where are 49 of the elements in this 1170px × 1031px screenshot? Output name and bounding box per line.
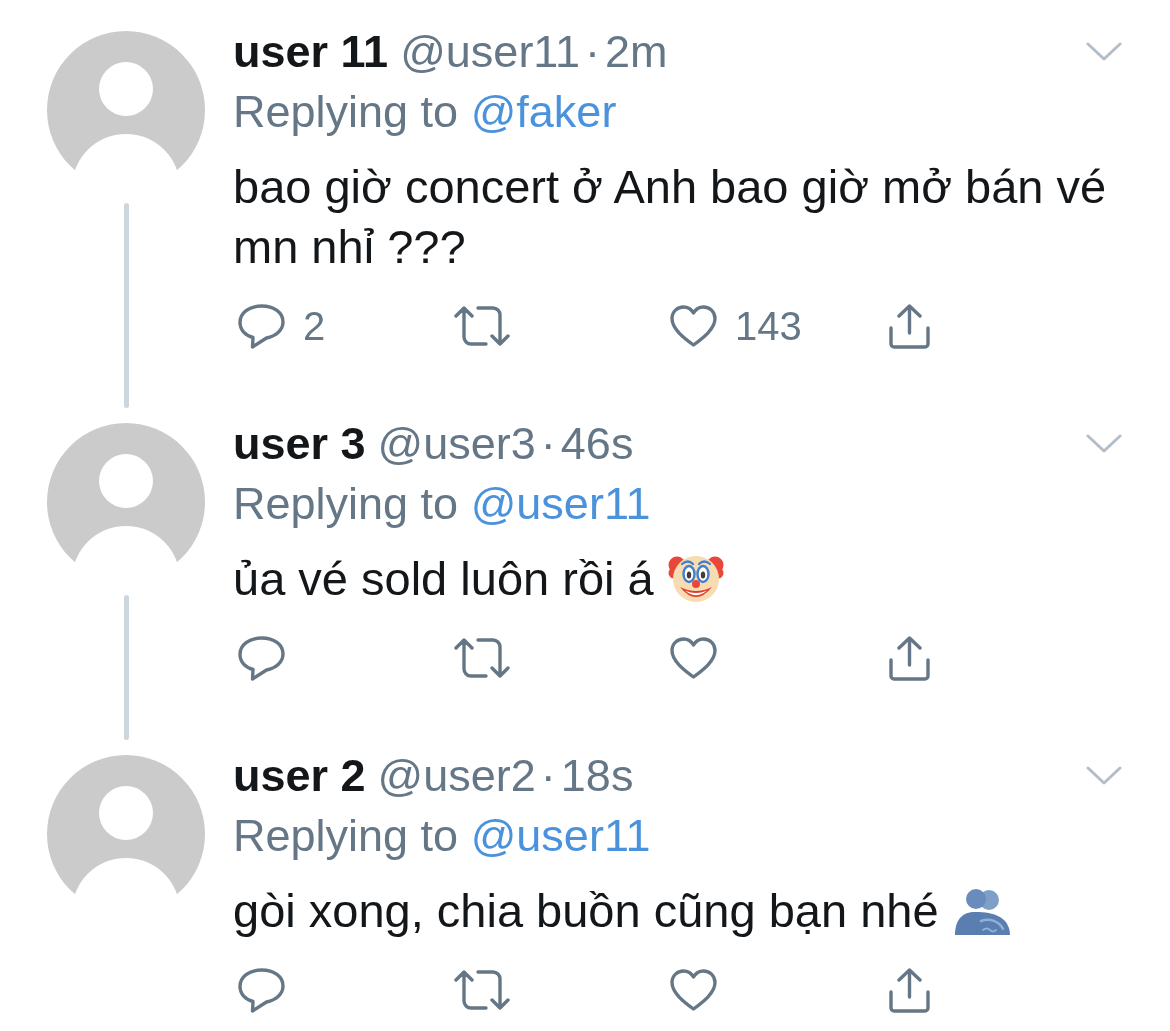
- display-name: user 3: [233, 417, 366, 471]
- replying-to-text: Replying to @user11: [233, 809, 652, 863]
- speech-bubble-icon: [238, 635, 285, 681]
- chevron-down-icon: [1086, 434, 1122, 454]
- heart-icon: [670, 637, 717, 679]
- reply-button[interactable]: [238, 967, 285, 1013]
- handle-text: @user3: [377, 417, 536, 471]
- like-button[interactable]: [670, 637, 717, 679]
- dot-separator: ·: [585, 25, 601, 79]
- display-name: user 2: [233, 749, 366, 803]
- share-arrow-icon: [886, 303, 933, 349]
- retweet-arrows-icon: [454, 970, 510, 1010]
- reply-button[interactable]: [238, 635, 285, 681]
- dot-separator: ·: [540, 417, 556, 471]
- speech-bubble-icon: [238, 967, 285, 1013]
- tweet-text: bao giờ concert ở Anh bao giờ mở bán vé mn nhỉ ???: [233, 160, 1107, 273]
- share-arrow-icon: [886, 635, 933, 681]
- timestamp: 46s: [560, 417, 634, 471]
- chevron-down-icon: [1086, 766, 1122, 786]
- mention-link[interactable]: @user11: [470, 478, 651, 529]
- mention-link[interactable]: @user11: [470, 810, 651, 861]
- heart-icon: [670, 969, 717, 1011]
- share-arrow-icon: [886, 967, 933, 1013]
- tweet-text: ủa vé sold luôn rồi á: [233, 552, 654, 605]
- retweet-arrows-icon: [454, 306, 510, 346]
- replying-to-text: Replying to @user11: [233, 477, 652, 531]
- hugging-people-icon: [952, 888, 1011, 935]
- like-button[interactable]: [670, 969, 717, 1011]
- share-button[interactable]: [886, 635, 933, 681]
- timestamp: 2m: [605, 25, 668, 79]
- retweet-button[interactable]: [454, 306, 510, 346]
- share-button[interactable]: [886, 967, 933, 1013]
- dot-separator: ·: [540, 749, 556, 803]
- retweet-button[interactable]: [454, 970, 510, 1010]
- share-button[interactable]: [886, 303, 933, 349]
- retweet-button[interactable]: [454, 638, 510, 678]
- like-button[interactable]: 143: [670, 303, 802, 349]
- chevron-down-icon: [1086, 42, 1122, 62]
- handle-text: @user2: [377, 749, 536, 803]
- speech-bubble-icon: [238, 303, 285, 349]
- replying-to-text: Replying to @faker: [233, 85, 618, 139]
- reply-button[interactable]: 2: [238, 303, 326, 349]
- handle-text: @user11: [400, 25, 581, 79]
- tweet-text: gòi xong, chia buồn cũng bạn nhé: [233, 884, 939, 937]
- mention-link[interactable]: @faker: [470, 86, 617, 137]
- timestamp: 18s: [560, 749, 634, 803]
- heart-icon: [670, 305, 717, 347]
- display-name: user 11: [233, 25, 389, 79]
- retweet-arrows-icon: [454, 638, 510, 678]
